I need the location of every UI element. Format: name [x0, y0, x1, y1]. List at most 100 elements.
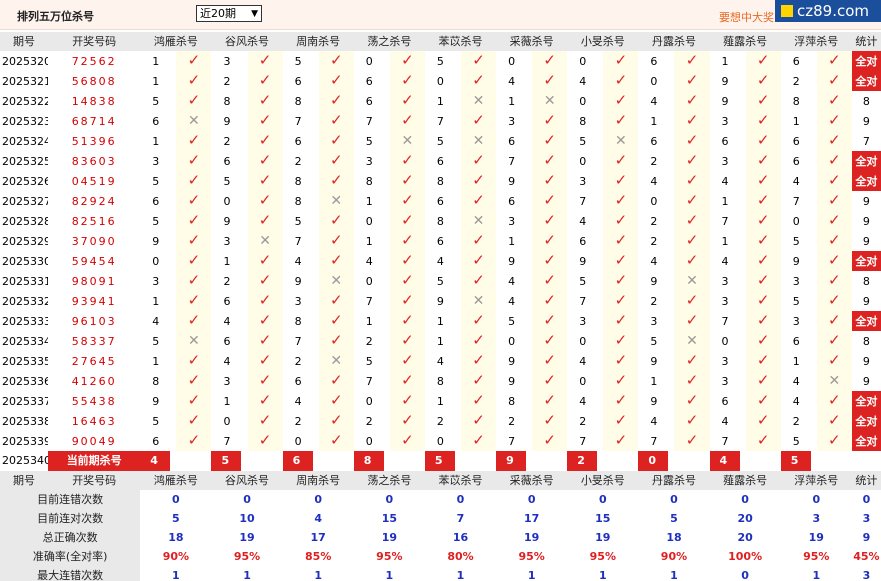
result-cell: ✓ [247, 311, 283, 331]
col-kill-1: 谷风杀号 [211, 471, 283, 490]
header-row-bottom: 期号 开奖号码 鸿雁杀号 谷风杀号 周南杀号 荡之杀号 苯苡杀号 采薇杀号 小旻杀号 丹露杀号 薤露… [0, 471, 881, 490]
result-cell: ✕ [318, 271, 354, 291]
stats-value: 18 [168, 531, 184, 544]
kill-digit: 4 [721, 254, 729, 268]
check-icon: ✓ [614, 111, 628, 129]
kill-digit: 3 [508, 114, 516, 128]
stats-value: 1 [598, 569, 607, 581]
kill-digit: 0 [792, 214, 800, 228]
kill-digit: 1 [223, 394, 231, 408]
kill-digit: 7 [365, 374, 373, 388]
check-icon: ✓ [401, 351, 414, 369]
cross-icon: ✕ [330, 192, 343, 209]
current-pick: 6 [282, 451, 313, 471]
kill-digit: 1 [436, 314, 444, 328]
row-number: 16463 [71, 414, 117, 428]
result-cell: ✓ [745, 391, 781, 411]
result-cell: ✓ [389, 191, 425, 211]
kill-digit: 5 [152, 174, 160, 188]
site-logo[interactable]: cz89.com [775, 0, 881, 22]
check-icon: ✓ [543, 171, 556, 189]
result-cell: ✓ [318, 391, 354, 411]
kill-digit: 7 [436, 114, 444, 128]
result-cell: ✓ [745, 211, 781, 231]
result-cell: ✓ [816, 271, 852, 291]
result-cell: ✕ [816, 371, 852, 391]
result-cell: ✓ [532, 211, 568, 231]
table-row: 2025326 04519 5 ✓ 5 ✓ 8 ✓ 8 ✓ 8 ✓ 9 ✓ 3 ✓ 4 ✓ 4 ✓ 4 ✓ 全对 [0, 171, 881, 191]
result-cell: ✓ [674, 151, 710, 171]
kill-digit: 8 [436, 374, 444, 388]
check-icon: ✓ [472, 371, 485, 389]
full-correct-badge: 全对 [851, 251, 881, 271]
check-icon: ✓ [401, 211, 414, 229]
stats-value: 1 [385, 569, 394, 581]
kill-digit: 1 [152, 294, 160, 308]
check-icon: ✓ [187, 231, 201, 249]
check-icon: ✓ [258, 431, 272, 449]
kill-digit: 9 [721, 94, 729, 108]
result-cell: ✓ [603, 271, 639, 291]
period-range-select[interactable]: 近20期 ▼ [196, 5, 262, 22]
kill-digit: 0 [365, 434, 373, 448]
kill-digit: 9 [223, 114, 231, 128]
row-period: 2025332 [2, 294, 49, 308]
result-cell: ✕ [674, 331, 710, 351]
stat-count: 9 [862, 354, 870, 368]
result-cell: ✓ [816, 251, 852, 271]
kill-digit: 9 [508, 374, 516, 388]
kill-digit: 4 [508, 274, 516, 288]
kill-digit: 0 [579, 374, 587, 388]
kill-digit: 3 [508, 214, 516, 228]
table-row: 2025332 93941 1 ✓ 6 ✓ 3 ✓ 7 ✓ 9 ✕ 4 ✓ 7 ✓ 2 ✓ 3 ✓ 5 ✓ 9 [0, 291, 881, 311]
kill-digit: 4 [579, 74, 587, 88]
check-icon: ✓ [685, 351, 699, 369]
col-number: 开奖号码 [48, 471, 141, 490]
result-cell: ✓ [461, 251, 497, 271]
kill-digit: 6 [792, 134, 800, 148]
check-icon: ✓ [329, 211, 343, 229]
row-period: 2025320 [2, 54, 49, 68]
stats-row: 总正确次数 18 19 17 19 16 19 19 18 20 19 9 [0, 528, 881, 547]
check-icon: ✓ [329, 371, 343, 389]
kill-digit: 4 [436, 254, 444, 268]
check-icon: ✓ [329, 171, 343, 189]
result-cell: ✓ [247, 131, 283, 151]
result-cell: ✓ [745, 111, 781, 131]
header-row-top: 期号 开奖号码 鸿雁杀号 谷风杀号 周南杀号 荡之杀号 苯苡杀号 采薇杀号 小旻杀号 丹露杀号 薤露… [0, 32, 881, 51]
table-row: 2025328 82516 5 ✓ 9 ✓ 5 ✓ 0 ✓ 8 ✕ 3 ✓ 4 ✓ 2 ✓ 7 ✓ 0 ✓ 9 [0, 211, 881, 231]
stats-value: 95% [589, 550, 616, 563]
result-cell: ✕ [674, 271, 710, 291]
kill-digit: 9 [721, 74, 729, 88]
cross-icon: ✕ [472, 212, 485, 229]
result-cell: ✓ [318, 51, 354, 71]
check-icon: ✓ [614, 291, 628, 309]
kill-digit: 3 [721, 274, 729, 288]
result-cell: ✓ [176, 251, 212, 271]
current-pick-cell: 5 [780, 451, 852, 471]
stats-value: 10 [239, 512, 255, 525]
stats-value: 19 [524, 531, 540, 544]
kill-digit: 1 [152, 354, 160, 368]
check-icon: ✓ [401, 51, 414, 69]
kill-digit: 5 [152, 94, 160, 108]
check-icon: ✓ [258, 51, 272, 69]
kill-digit: 6 [294, 374, 302, 388]
kill-digit: 0 [223, 414, 231, 428]
check-icon: ✓ [258, 391, 272, 409]
row-number: 04519 [71, 174, 117, 188]
row-number: 93941 [71, 294, 117, 308]
current-pick: 5 [780, 451, 811, 471]
result-cell: ✓ [816, 331, 852, 351]
full-correct-badge: 全对 [851, 391, 881, 411]
kill-digit: 5 [294, 214, 302, 228]
check-icon: ✓ [187, 211, 201, 229]
stats-value: 20 [737, 512, 753, 525]
check-icon: ✓ [685, 91, 699, 109]
kill-digit: 8 [223, 94, 231, 108]
result-cell: ✓ [674, 171, 710, 191]
result-cell: ✓ [532, 231, 568, 251]
stat-count: 9 [862, 234, 870, 248]
result-cell: ✓ [318, 151, 354, 171]
kill-digit: 6 [792, 154, 800, 168]
